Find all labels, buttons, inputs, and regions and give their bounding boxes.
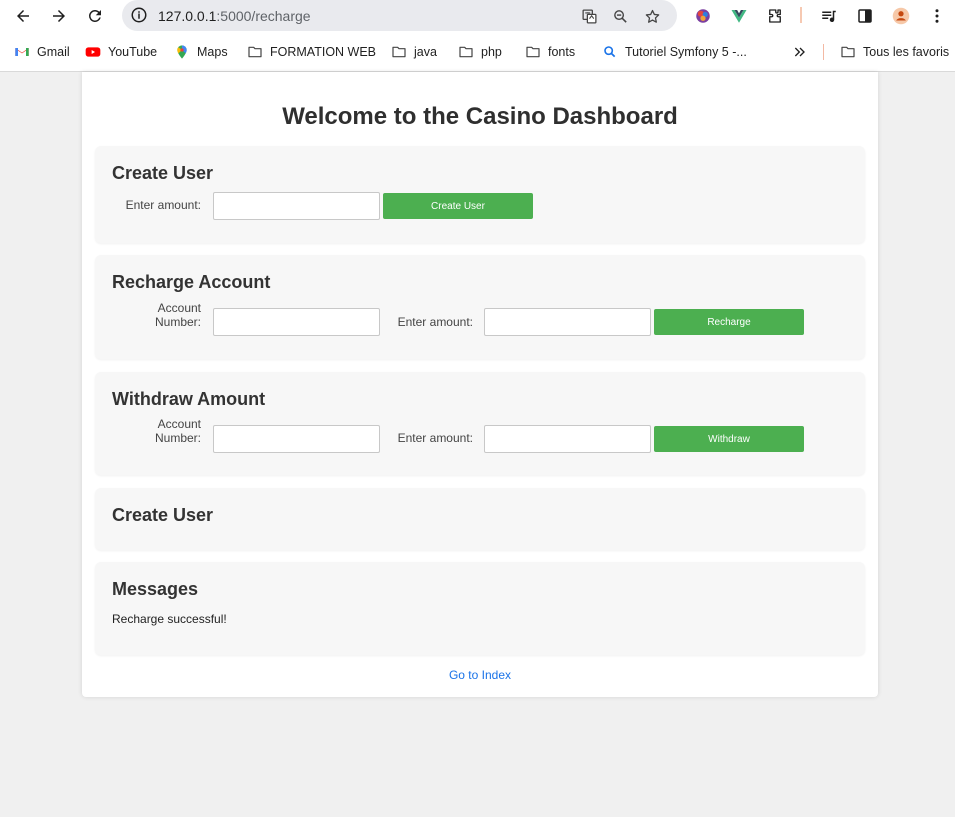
page-viewport: Welcome to the Casino Dashboard Create U…: [0, 72, 955, 817]
page-title: Welcome to the Casino Dashboard: [282, 103, 678, 130]
site-info-icon[interactable]: [130, 6, 148, 24]
zoom-button[interactable]: [610, 6, 630, 26]
folder-icon: [248, 46, 262, 58]
bookmark-folder-formation-web[interactable]: FORMATION WEB: [247, 43, 376, 61]
account-number-label: Account Number:: [135, 301, 201, 329]
media-control-button[interactable]: [816, 3, 842, 29]
side-panel-icon: [858, 9, 872, 23]
arrow-right-icon: [53, 10, 65, 22]
reload-icon: [88, 9, 101, 22]
forward-button[interactable]: [46, 3, 72, 29]
side-panel-button[interactable]: [852, 3, 878, 29]
section-title: Withdraw Amount: [112, 389, 266, 409]
bookmarks-overflow-button[interactable]: [792, 43, 808, 61]
amount-label: Enter amount:: [397, 431, 473, 445]
bookmark-label: Tous les favoris: [863, 45, 950, 59]
playlist-icon: [822, 10, 836, 23]
bookmarks-bar: Gmail YouTube Maps FORMATION WEB java ph…: [0, 38, 955, 66]
section-title: Create User: [112, 505, 214, 525]
section-title: Create User: [112, 163, 214, 183]
extension-vue-button[interactable]: [726, 3, 752, 29]
bookmark-label: fonts: [548, 45, 576, 59]
more-vert-icon: [935, 9, 939, 23]
bookmark-label: FORMATION WEB: [270, 45, 377, 59]
account-label-line2: Number:: [154, 431, 201, 445]
profile-button[interactable]: [888, 3, 914, 29]
color-extension-icon: [696, 9, 710, 23]
reload-button[interactable]: [82, 3, 108, 29]
extension-color-button[interactable]: [690, 3, 716, 29]
bookmark-maps[interactable]: Maps: [174, 43, 228, 61]
url-text[interactable]: 127.0.0.1:5000/recharge: [158, 8, 311, 24]
address-bar[interactable]: 127.0.0.1:5000/recharge: [122, 0, 677, 31]
go-to-index-link[interactable]: Go to Index: [82, 668, 878, 682]
translate-icon: [581, 8, 597, 24]
arrow-left-icon: [17, 10, 29, 22]
bookmark-label: YouTube: [108, 45, 158, 59]
bookmarks-separator: [823, 44, 824, 60]
amount-label: Enter amount:: [397, 315, 473, 329]
messages-section: Messages Recharge successful!: [95, 562, 865, 655]
bookmark-all-favorites[interactable]: Tous les favoris: [840, 43, 949, 61]
zoom-icon: [613, 9, 627, 23]
back-button[interactable]: [10, 3, 36, 29]
folder-icon: [459, 46, 473, 58]
maps-icon: [177, 45, 187, 59]
search-icon: [604, 46, 616, 58]
bookmark-tutoriel-symfony[interactable]: Tutoriel Symfony 5 -...: [602, 43, 747, 61]
bookmark-gmail[interactable]: Gmail: [14, 43, 70, 61]
bookmark-label: Maps: [197, 45, 228, 59]
account-label-line1: Account: [157, 417, 201, 431]
bookmark-label: php: [481, 45, 502, 59]
folder-icon: [841, 46, 855, 58]
extensions-button[interactable]: [762, 3, 788, 29]
create-user-result-section: Create User: [95, 488, 865, 550]
avatar-icon: [892, 7, 910, 25]
bookmark-folder-php[interactable]: php: [458, 43, 502, 61]
bookmark-youtube[interactable]: YouTube: [85, 43, 157, 61]
url-host: 127.0.0.1: [158, 8, 217, 24]
withdraw-section: Withdraw Amount Account Number: Enter am…: [95, 372, 865, 475]
folder-icon: [526, 46, 540, 58]
amount-label: Enter amount:: [125, 198, 201, 212]
menu-button[interactable]: [924, 3, 950, 29]
account-label-line2: Number:: [154, 315, 201, 329]
browser-toolbar: 127.0.0.1:5000/recharge: [0, 0, 955, 33]
bookmark-star-button[interactable]: [642, 6, 662, 26]
create-user-button[interactable]: Create User: [383, 193, 533, 219]
section-title: Recharge Account: [112, 272, 271, 292]
dashboard-container: Welcome to the Casino Dashboard Create U…: [82, 72, 878, 697]
vue-devtools-icon: [731, 10, 747, 23]
bookmark-label: Gmail: [37, 45, 70, 59]
recharge-section: Recharge Account Account Number: Enter a…: [95, 255, 865, 359]
puzzle-icon: [769, 9, 781, 23]
create-user-section: Create User Enter amount: Create User: [95, 146, 865, 243]
recharge-account-input[interactable]: [213, 308, 380, 336]
folder-icon: [392, 46, 406, 58]
withdraw-amount-input[interactable]: [484, 425, 651, 453]
star-icon: [645, 9, 659, 23]
recharge-amount-input[interactable]: [484, 308, 651, 336]
url-path: :5000/recharge: [216, 8, 311, 24]
create-user-amount-input[interactable]: [213, 192, 380, 220]
message-text: Recharge successful!: [112, 612, 227, 626]
bookmark-folder-java[interactable]: java: [391, 43, 437, 61]
recharge-button[interactable]: Recharge: [654, 309, 804, 335]
translate-button[interactable]: [579, 6, 599, 26]
bookmark-label: Tutoriel Symfony 5 -...: [625, 45, 747, 59]
youtube-icon: [85, 47, 101, 57]
withdraw-account-input[interactable]: [213, 425, 380, 453]
gmail-icon: [15, 48, 29, 56]
account-label-line1: Account: [157, 301, 201, 315]
account-number-label: Account Number:: [135, 417, 201, 445]
bookmark-label: java: [414, 45, 437, 59]
toolbar-separator: [800, 7, 802, 23]
bookmark-folder-fonts[interactable]: fonts: [525, 43, 575, 61]
double-chevron-right-icon: [794, 47, 805, 57]
withdraw-button[interactable]: Withdraw: [654, 426, 804, 452]
section-title: Messages: [112, 579, 199, 599]
